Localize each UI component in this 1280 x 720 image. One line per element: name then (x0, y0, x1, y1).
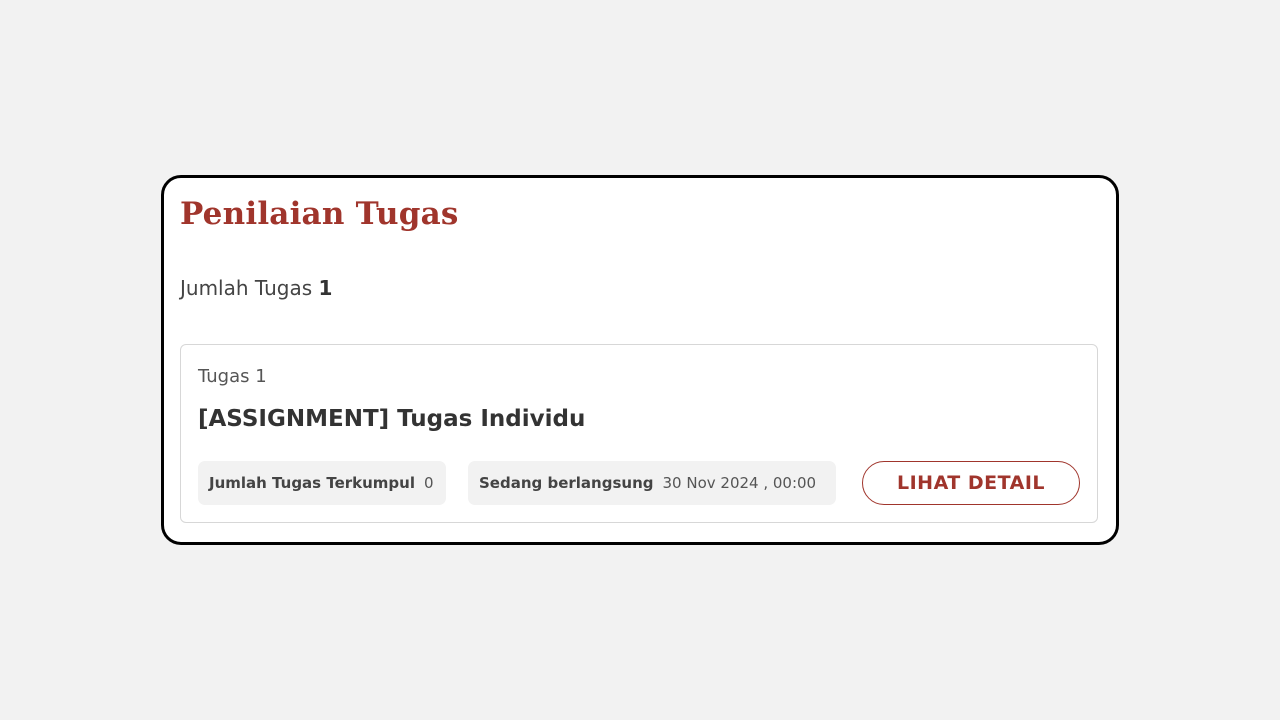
task-title: [ASSIGNMENT] Tugas Individu (198, 406, 586, 432)
collected-count-label: Jumlah Tugas Terkumpul (209, 474, 415, 492)
page-title: Penilaian Tugas (180, 196, 459, 232)
task-count-summary: Jumlah Tugas 1 (180, 275, 332, 301)
task-card: Tugas 1 [ASSIGNMENT] Tugas Individu Juml… (180, 344, 1098, 523)
collected-count-badge: Jumlah Tugas Terkumpul 0 (198, 461, 446, 505)
task-number: Tugas 1 (198, 366, 267, 387)
collected-count-value: 0 (423, 474, 434, 492)
view-detail-button[interactable]: LIHAT DETAIL (862, 461, 1080, 505)
task-count-label: Jumlah Tugas (180, 276, 313, 300)
task-assessment-panel: Penilaian Tugas Jumlah Tugas 1 Tugas 1 [… (161, 175, 1119, 545)
status-date: 30 Nov 2024 , 00:00 (662, 474, 817, 492)
task-count-value: 1 (318, 276, 333, 300)
status-label: Sedang berlangsung (479, 474, 654, 492)
status-badge: Sedang berlangsung 30 Nov 2024 , 00:00 (468, 461, 836, 505)
